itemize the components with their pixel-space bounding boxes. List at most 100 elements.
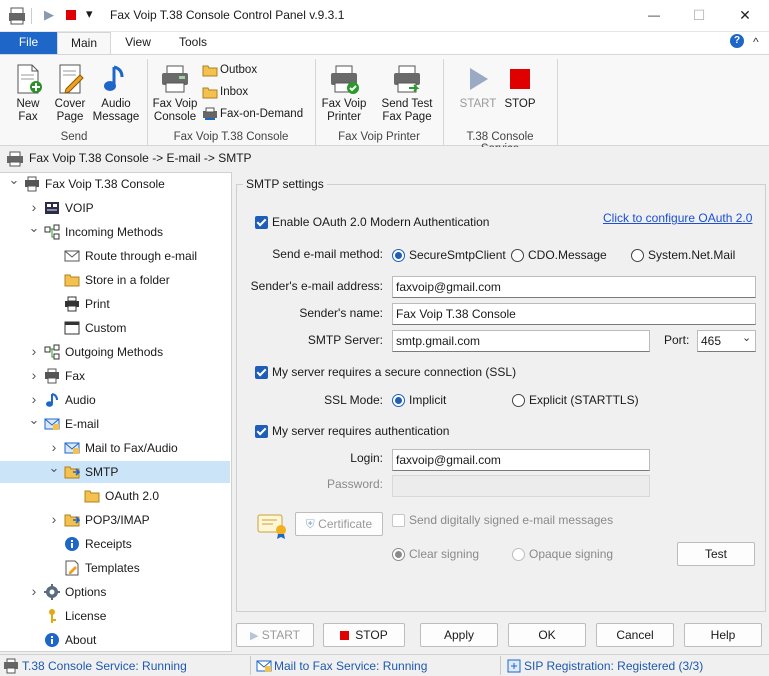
tree-item-fax[interactable]: › Fax	[0, 365, 230, 387]
chevron-right-icon[interactable]: ›	[28, 364, 40, 386]
send-signed-checkbox[interactable]	[392, 514, 405, 527]
collapse-ribbon-icon[interactable]: ^	[753, 35, 759, 49]
fax-on-demand-button[interactable]: Fax-on-Demand	[202, 105, 303, 123]
chevron-right-icon[interactable]: ›	[48, 508, 60, 530]
fax-voip-console-button[interactable]: Fax Voip Console	[151, 63, 199, 124]
send-method-systemnetmail-radio[interactable]	[631, 249, 644, 262]
test-button[interactable]: Test	[677, 542, 755, 566]
tree-item-root[interactable]: ⌄ Fax Voip T.38 Console	[0, 172, 230, 195]
tree-item-mail-to-fax-audio[interactable]: › Mail to Fax/Audio	[0, 437, 230, 459]
help-button[interactable]: Help	[684, 623, 762, 647]
email-icon	[44, 418, 60, 430]
tree-item-templates[interactable]: Templates	[0, 557, 230, 579]
tree-item-voip[interactable]: › VOIP	[0, 197, 230, 219]
tree-item-pop3-imap[interactable]: › POP3/IMAP	[0, 509, 230, 531]
audio-message-label-2: Message	[92, 111, 140, 123]
tab-tools[interactable]: Tools	[166, 32, 220, 54]
tree-item-email[interactable]: ⌄ E-mail	[0, 412, 230, 435]
chevron-down-icon: ⌄	[742, 332, 752, 344]
status-bar: T.38 Console Service: Running Mail to Fa…	[0, 654, 769, 676]
ssl-mode-explicit-radio[interactable]	[512, 394, 525, 407]
tab-main[interactable]: Main	[57, 32, 111, 55]
tree-item-route-through-email[interactable]: Route through e-mail	[0, 245, 230, 267]
tab-file[interactable]: File	[0, 32, 57, 54]
quick-access-dropdown-icon[interactable]: ▾	[86, 6, 93, 22]
outbox-button[interactable]: Outbox	[202, 61, 257, 79]
folder-icon	[84, 490, 100, 503]
tree-item-options[interactable]: › Options	[0, 581, 230, 603]
tree-item-smtp[interactable]: ⌄ SMTP	[0, 460, 230, 483]
tree-item-label: Receipts	[85, 537, 132, 551]
opaque-signing-radio[interactable]	[512, 548, 525, 561]
minimize-button[interactable]: —	[631, 0, 677, 32]
window-title: Fax Voip T.38 Console Control Panel v.9.…	[110, 8, 345, 22]
enable-oauth-checkbox[interactable]	[255, 216, 268, 229]
chevron-right-icon[interactable]: ›	[28, 388, 40, 410]
tree-item-license[interactable]: License	[0, 605, 230, 627]
password-input[interactable]	[392, 475, 650, 497]
new-fax-button[interactable]: New Fax	[8, 63, 48, 124]
printer-group-label: Fax Voip Printer	[338, 131, 420, 143]
fax-voip-printer-button[interactable]: Fax Voip Printer	[320, 63, 368, 124]
send-method-securesmtpclient-radio[interactable]	[392, 249, 405, 262]
ssl-mode-implicit-radio[interactable]	[392, 394, 405, 407]
service-stop-button[interactable]: STOP	[502, 63, 538, 111]
help-icon[interactable]: ?	[730, 34, 744, 48]
certificate-button[interactable]: ⛨ Certificate	[295, 512, 383, 536]
apply-button[interactable]: Apply	[420, 623, 498, 647]
play-icon[interactable]: ▶	[44, 7, 54, 23]
port-select[interactable]: 465 ⌄	[697, 330, 756, 352]
tree-item-receipts[interactable]: Receipts	[0, 533, 230, 555]
configure-oauth-link[interactable]: Click to configure OAuth 2.0	[603, 211, 752, 225]
tree-item-incoming-methods[interactable]: ⌄ Incoming Methods	[0, 220, 230, 243]
service-start-button[interactable]: START	[458, 63, 498, 111]
tab-view[interactable]: View	[113, 32, 163, 54]
audio-message-button[interactable]: Audio Message	[92, 63, 140, 124]
send-group-label: Send	[60, 131, 88, 143]
send-method-cdo-radio[interactable]	[511, 249, 524, 262]
cover-page-button[interactable]: Cover Page	[50, 63, 90, 124]
sender-name-input[interactable]: Fax Voip T.38 Console	[392, 303, 756, 325]
tree-item-store-in-folder[interactable]: Store in a folder	[0, 269, 230, 291]
tree-item-label: E-mail	[65, 417, 100, 431]
tree-item-label: Store in a folder	[85, 273, 170, 287]
tree-item-outgoing-methods[interactable]: › Outgoing Methods	[0, 341, 230, 363]
close-button[interactable]: ✕	[722, 0, 768, 32]
tree-item-label: Outgoing Methods	[65, 345, 164, 359]
fax-machine-icon[interactable]	[8, 7, 26, 25]
secure-connection-checkbox[interactable]	[255, 366, 268, 379]
window-icon	[64, 321, 80, 335]
chevron-down-icon[interactable]: ⌄	[8, 169, 20, 191]
tree-item-audio[interactable]: › Audio	[0, 389, 230, 411]
cancel-button[interactable]: Cancel	[596, 623, 674, 647]
tree-item-custom[interactable]: Custom	[0, 317, 230, 339]
ok-button[interactable]: OK	[508, 623, 586, 647]
chevron-down-icon[interactable]: ⌄	[48, 457, 60, 479]
audio-message-label-1: Audio	[101, 98, 131, 110]
chevron-right-icon[interactable]: ›	[28, 580, 40, 602]
chevron-right-icon[interactable]: ›	[28, 340, 40, 362]
chevron-down-icon[interactable]: ⌄	[28, 409, 40, 431]
status-divider	[250, 656, 251, 675]
clear-signing-radio[interactable]	[392, 548, 405, 561]
sender-email-input[interactable]: faxvoip@gmail.com	[392, 276, 756, 298]
smtp-server-input[interactable]: smtp.gmail.com	[392, 330, 650, 352]
stop-icon[interactable]	[66, 10, 76, 20]
footer-stop-button[interactable]: STOP	[323, 623, 405, 647]
tree-item-about[interactable]: About	[0, 629, 230, 651]
send-test-fax-page-button[interactable]: Send Test Fax Page	[380, 63, 434, 124]
chevron-right-icon[interactable]: ›	[28, 196, 40, 218]
ssl-mode-implicit-label: Implicit	[409, 393, 447, 407]
chevron-right-icon[interactable]: ›	[48, 436, 60, 458]
tree-item-print[interactable]: Print	[0, 293, 230, 315]
tree-item-oauth[interactable]: OAuth 2.0	[0, 485, 230, 507]
inbox-button[interactable]: Inbox	[202, 83, 248, 101]
requires-auth-checkbox[interactable]	[255, 425, 268, 438]
chevron-down-icon[interactable]: ⌄	[28, 217, 40, 239]
maximize-button[interactable]: ☐	[676, 0, 722, 32]
tree-item-label: VOIP	[65, 201, 94, 215]
fax-voip-printer-label-1: Fax Voip	[321, 98, 367, 110]
footer-start-button[interactable]: ▶ START	[236, 623, 314, 647]
login-input[interactable]: faxvoip@gmail.com	[392, 449, 650, 471]
tree-item-label: Fax	[65, 369, 86, 383]
